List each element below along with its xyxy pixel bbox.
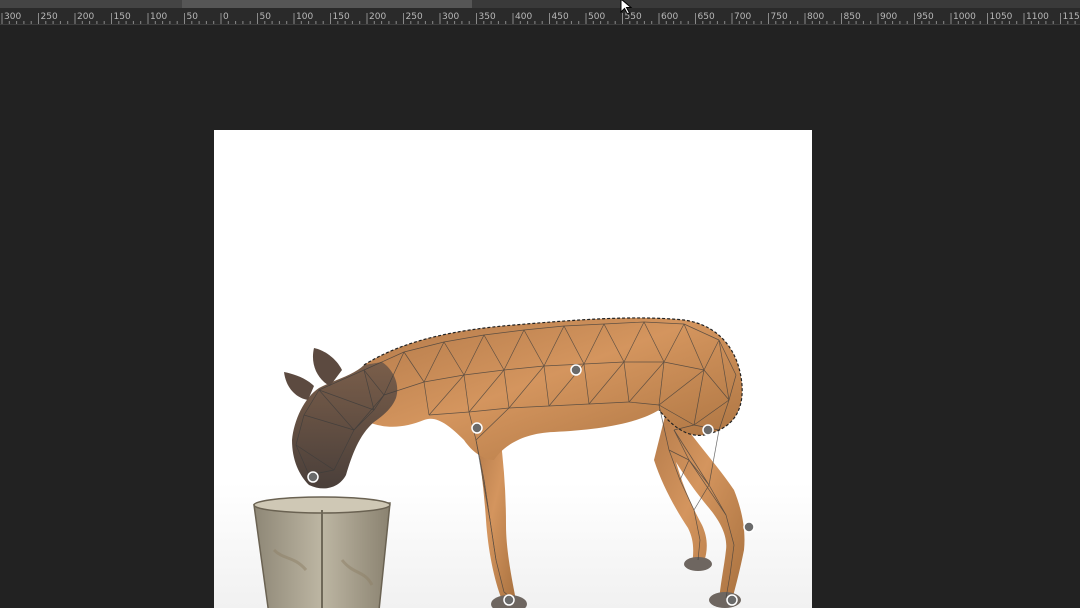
ruler-label: 100 (296, 12, 313, 22)
ruler-label: 150 (333, 12, 350, 22)
canvas-image (253, 317, 755, 608)
ruler-label: 600 (661, 12, 678, 22)
horizontal-ruler[interactable]: 300 250 200 150 100 50 0 50 100 150 200 250 300 350 40… (0, 8, 1080, 25)
document-canvas[interactable] (214, 130, 812, 608)
ruler-label: 300 (442, 12, 459, 22)
tab-inactive-left[interactable] (0, 0, 182, 8)
ruler-label: 200 (77, 12, 94, 22)
ruler-label: 500 (588, 12, 605, 22)
pin-4 (307, 471, 319, 483)
ruler-label: 1050 (990, 12, 1013, 22)
pin-1 (570, 364, 582, 376)
tab-inactive-right[interactable] (472, 0, 1080, 8)
pin-7 (726, 594, 738, 606)
ruler-label: 700 (734, 12, 751, 22)
ruler-label: 250 (41, 12, 58, 22)
pin-5 (743, 521, 755, 533)
ruler-label: 115 (1063, 12, 1080, 22)
ruler-label: 1000 (953, 12, 976, 22)
ruler-label: 300 (4, 12, 21, 22)
pin-6 (503, 594, 515, 606)
ruler-label: 900 (880, 12, 897, 22)
ruler-label: 50 (260, 12, 272, 22)
ruler-label: 400 (515, 12, 532, 22)
ruler-label: 0 (223, 12, 229, 22)
ruler-scale: 300 250 200 150 100 50 0 50 100 150 200 250 300 350 40… (1, 12, 1080, 24)
ruler-label: 800 (807, 12, 824, 22)
ruler-label: 850 (844, 12, 861, 22)
ruler-label: 450 (552, 12, 569, 22)
ruler-label: 650 (698, 12, 715, 22)
ruler-label: 1100 (1026, 12, 1049, 22)
tab-active-document[interactable] (182, 0, 472, 8)
ruler-label: 200 (369, 12, 386, 22)
ruler-label: 950 (917, 12, 934, 22)
ruler-label: 100 (150, 12, 167, 22)
bucket (253, 496, 391, 608)
ruler-label: 150 (114, 12, 131, 22)
mouse-cursor-icon (620, 0, 633, 15)
pin-2 (471, 422, 483, 434)
workspace-area[interactable] (0, 26, 1080, 608)
ruler-label: 350 (479, 12, 496, 22)
ruler-label: 50 (187, 12, 199, 22)
ruler-label: 250 (406, 12, 423, 22)
pin-3 (702, 424, 714, 436)
document-tab-bar (0, 0, 1080, 8)
ruler-label: 750 (771, 12, 788, 22)
